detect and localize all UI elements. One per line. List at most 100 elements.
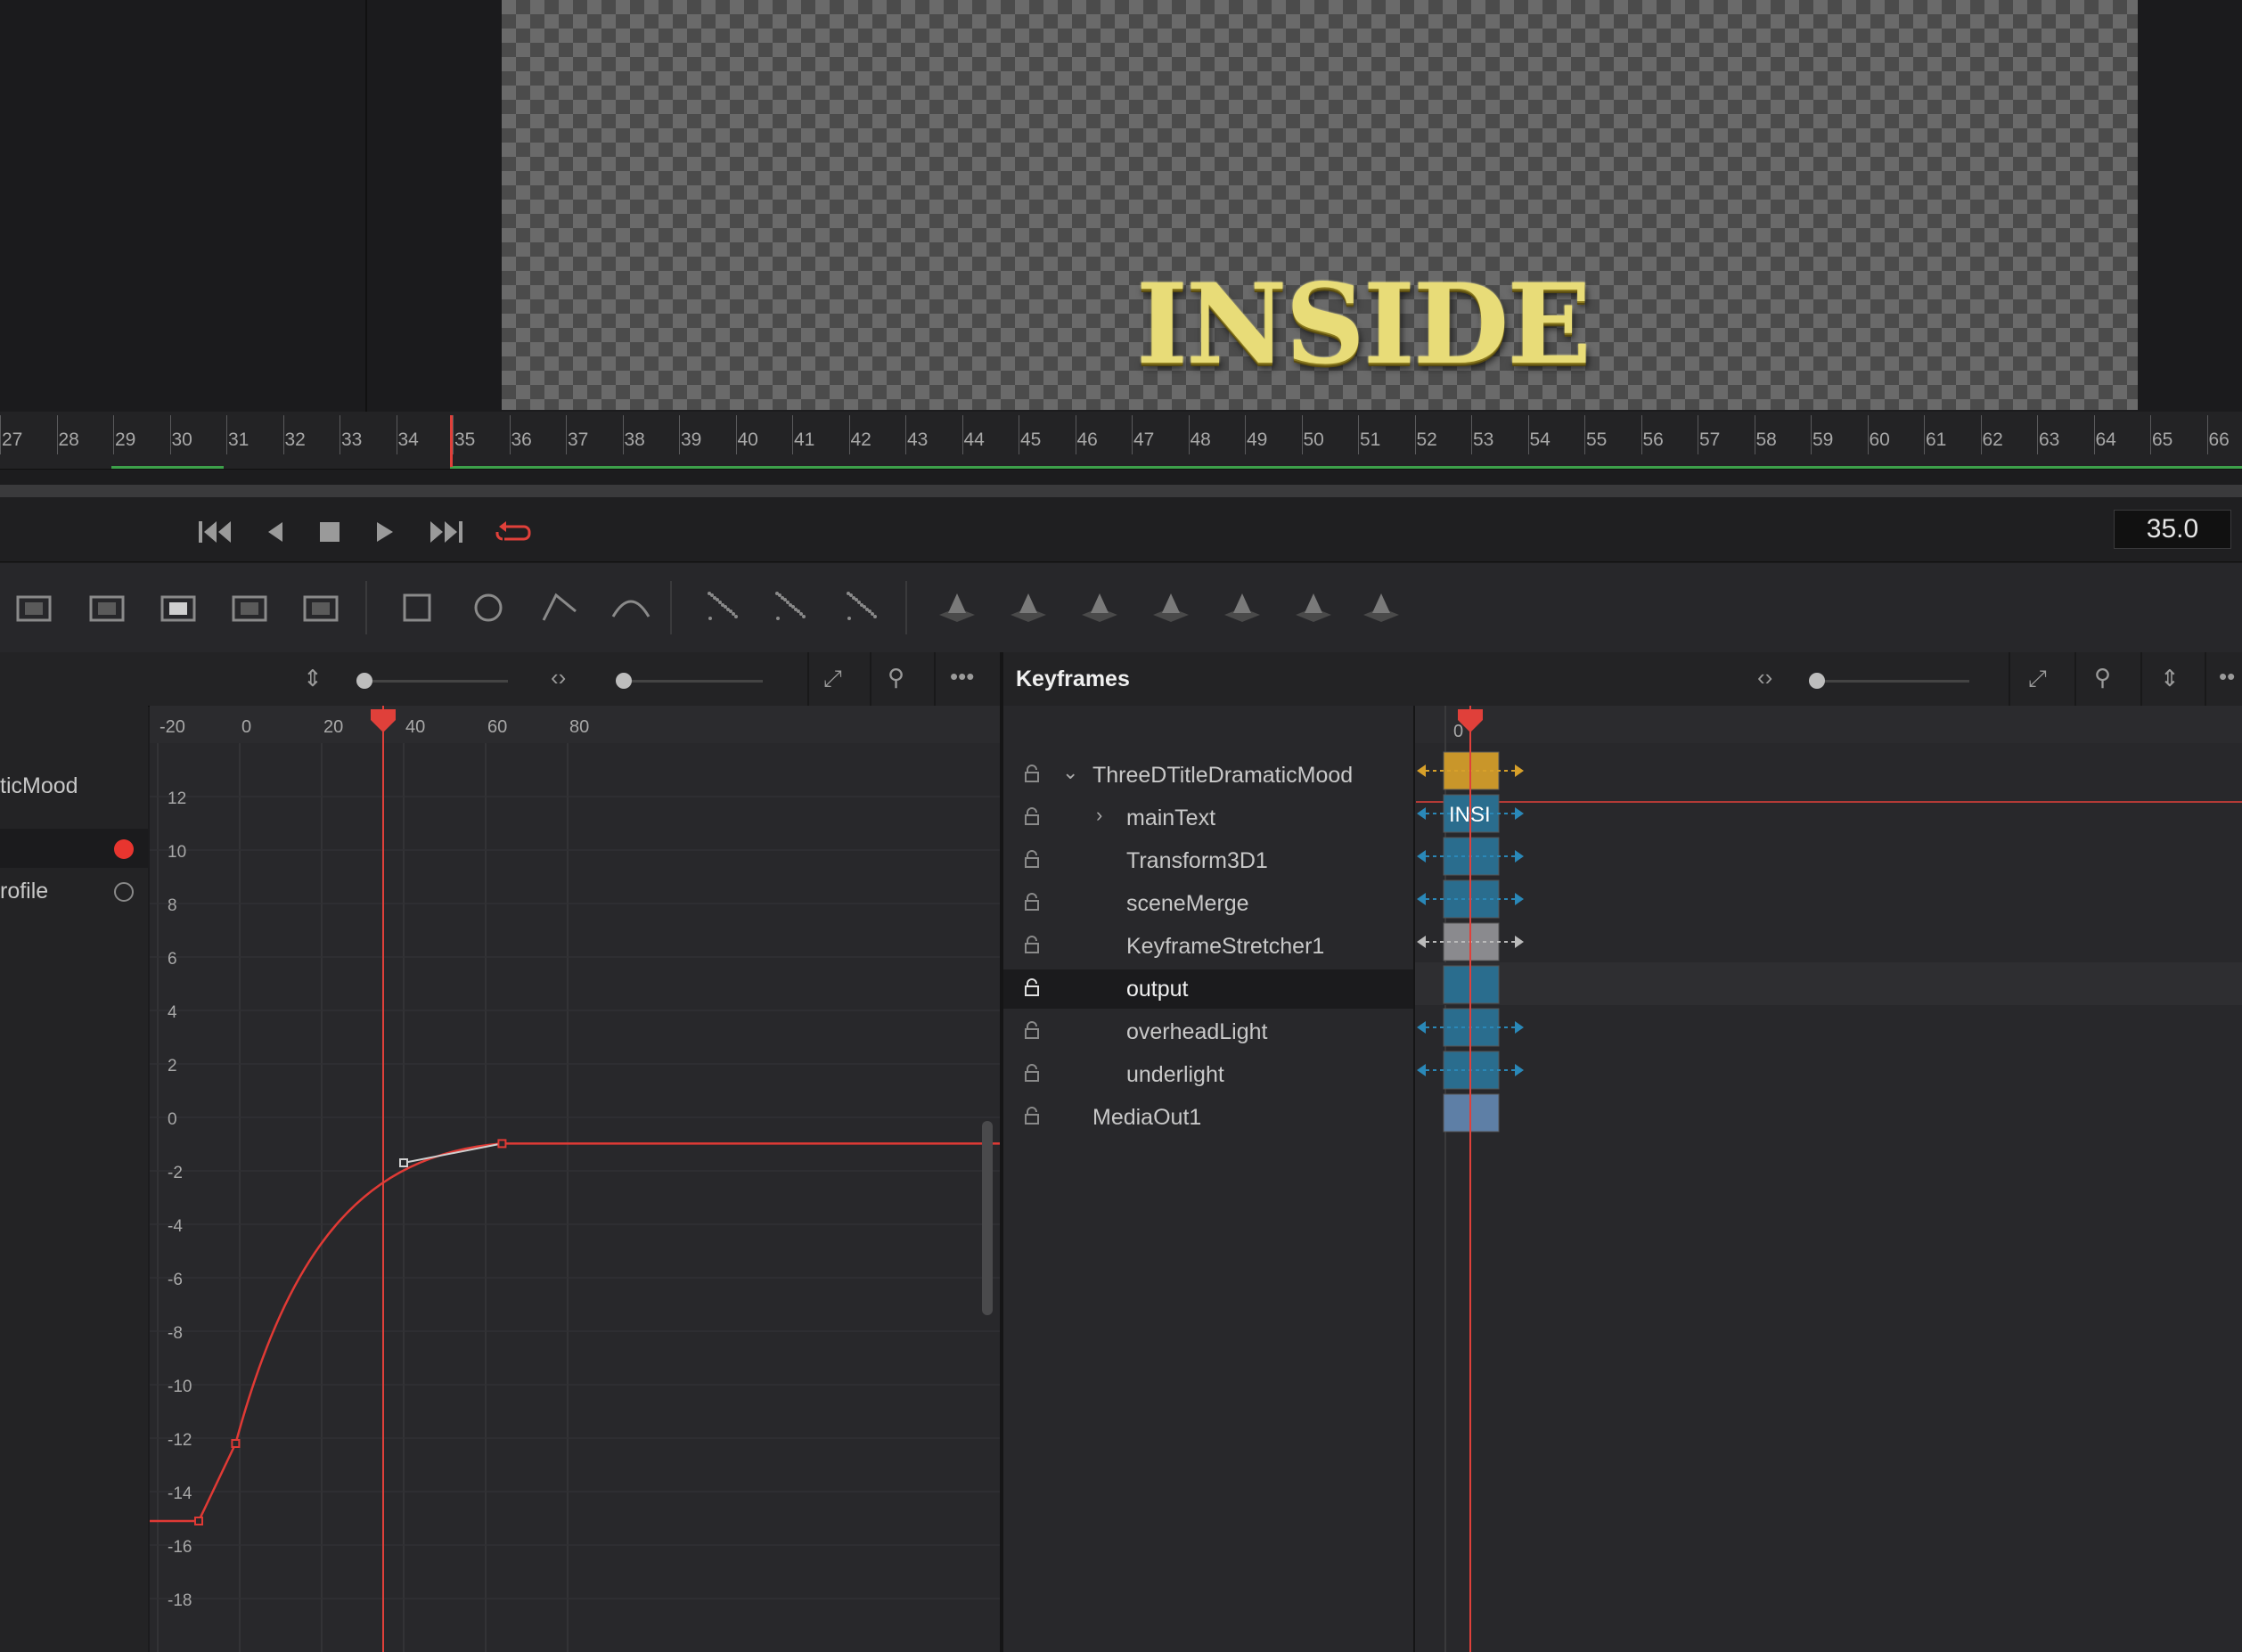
particle-style-tool-icon[interactable] xyxy=(836,581,889,634)
lock-icon[interactable] xyxy=(1023,765,1041,782)
camera3d-tool-icon[interactable] xyxy=(1215,581,1269,634)
tree-row[interactable]: overheadLight xyxy=(1003,1012,1413,1051)
tree-row-label: Transform3D1 xyxy=(1126,848,1268,873)
tree-row[interactable]: MediaOut1 xyxy=(1003,1098,1413,1137)
keyframe-dot-outline-icon[interactable] xyxy=(114,882,134,902)
ruler-label: 63 xyxy=(2039,429,2060,450)
kf-zoom-icon[interactable]: ⚲ xyxy=(2094,664,2111,691)
y-tick-label: 2 xyxy=(168,1057,177,1075)
tree-row-label: ThreeDTitleDramaticMood xyxy=(1092,763,1354,788)
transform-tool-icon[interactable] xyxy=(223,581,276,634)
ruler-playhead[interactable] xyxy=(450,415,453,467)
keyframe-dot-red-icon[interactable] xyxy=(114,839,134,859)
x-tick-label: 40 xyxy=(405,717,425,737)
tree-row[interactable]: ⌄ ThreeDTitleDramaticMood xyxy=(1003,756,1413,795)
ruler-tick xyxy=(2150,415,2151,454)
tree-row[interactable]: KeyframeStretcher1 xyxy=(1003,927,1413,966)
options-menu-icon[interactable]: ••• xyxy=(950,663,974,691)
ruler-tick xyxy=(2093,415,2095,454)
header-divider xyxy=(934,652,936,706)
vertical-zoom-icon[interactable]: ⇕ xyxy=(303,665,323,692)
timeline-scrollbar[interactable] xyxy=(0,485,2242,497)
vertical-zoom-slider[interactable] xyxy=(362,680,508,683)
x-tick-label: 60 xyxy=(487,717,507,737)
y-tick-label: 0 xyxy=(168,1110,177,1129)
lock-icon[interactable] xyxy=(1023,893,1041,911)
keyframe-point xyxy=(497,1139,507,1149)
chevron-right-icon[interactable]: › xyxy=(1096,804,1102,827)
lock-icon[interactable] xyxy=(1023,936,1041,953)
duration-arrow-left xyxy=(1417,893,1426,905)
vertical-zoom-knob[interactable] xyxy=(356,673,372,689)
spline-list-item[interactable]: ticMood xyxy=(0,766,148,804)
tree-row[interactable]: › mainText xyxy=(1003,798,1413,838)
light3d-tool-icon[interactable] xyxy=(1287,581,1340,634)
stop-button[interactable] xyxy=(310,512,349,552)
renderer3d-tool-icon[interactable] xyxy=(1144,581,1198,634)
spline-graph[interactable]: -20 0 20 40 60 80 12 10 8 6 4 2 0 -2 -4 -6 -8 -10 -12 -14 -1… xyxy=(150,706,1000,1652)
fit-view-icon[interactable]: ⤢ xyxy=(823,665,842,693)
tree-row[interactable]: Transform3D1 xyxy=(1003,841,1413,880)
kf-horizontal-zoom-icon[interactable]: ‹› xyxy=(1757,664,1772,691)
kf-zoom-knob[interactable] xyxy=(1809,673,1825,689)
keyframes-svg[interactable]: INSI xyxy=(1415,706,2242,1652)
spline-list-label: ticMood xyxy=(0,773,78,798)
ruler-label: 48 xyxy=(1190,429,1211,450)
horizontal-zoom-knob[interactable] xyxy=(616,673,632,689)
background-tool-icon[interactable] xyxy=(7,581,61,634)
timeline-ruler[interactable]: 27 28 29 30 31 32 33 34 35 36 37 38 39 40 41 42 43 44 45 46… xyxy=(0,412,2242,470)
lock-icon[interactable] xyxy=(1023,1021,1041,1039)
merge-tool-icon[interactable] xyxy=(80,581,134,634)
viewer-divider xyxy=(365,0,367,412)
polygon-tool-icon[interactable] xyxy=(533,581,586,634)
step-back-button[interactable] xyxy=(255,512,294,552)
kf-expand-icon[interactable]: ⇕ xyxy=(2160,665,2180,692)
horizontal-zoom-icon[interactable]: ‹› xyxy=(551,664,566,691)
rectangle-tool-icon[interactable] xyxy=(390,581,444,634)
tree-row[interactable]: output xyxy=(1003,969,1413,1009)
resize-tool-icon[interactable] xyxy=(294,581,348,634)
graph-vertical-scrollbar[interactable] xyxy=(982,1121,993,1315)
shape3d-tool-icon[interactable] xyxy=(930,581,984,634)
image-plane3d-tool-icon[interactable] xyxy=(1354,581,1408,634)
tree-row-label: KeyframeStretcher1 xyxy=(1126,934,1325,959)
duration-arrow-left xyxy=(1417,1064,1426,1076)
ruler-tick xyxy=(1245,415,1246,454)
mask-tool-icon[interactable] xyxy=(151,581,205,634)
spline-list-item-selected[interactable] xyxy=(0,829,148,868)
lock-icon[interactable] xyxy=(1023,850,1041,868)
lock-icon[interactable] xyxy=(1023,807,1041,825)
kf-zoom-slider[interactable] xyxy=(1821,680,1969,683)
kf-options-menu-icon[interactable]: •• xyxy=(2219,663,2235,691)
lock-icon[interactable] xyxy=(1023,1107,1041,1125)
keyframes-timeline[interactable]: INSI xyxy=(1415,706,2242,1652)
ruler-label: 38 xyxy=(624,429,645,450)
play-icon xyxy=(377,522,393,542)
merge3d-tool-icon[interactable] xyxy=(1002,581,1055,634)
tree-row[interactable]: sceneMerge xyxy=(1003,884,1413,923)
chevron-down-icon[interactable]: ⌄ xyxy=(1062,761,1078,784)
particle-emitter-tool-icon[interactable] xyxy=(697,581,750,634)
y-tick-label: 8 xyxy=(168,896,177,915)
loop-button[interactable] xyxy=(494,512,533,552)
header-divider xyxy=(2140,652,2142,706)
tree-row[interactable]: underlight xyxy=(1003,1055,1413,1094)
spline-graph-svg[interactable]: -20 0 20 40 60 80121086420-2-4-6-8-10-12-14-1… xyxy=(150,706,1000,1652)
zoom-icon[interactable]: ⚲ xyxy=(888,664,904,691)
lock-icon[interactable] xyxy=(1023,1064,1041,1082)
particle-render-tool-icon[interactable] xyxy=(765,581,818,634)
lock-icon[interactable] xyxy=(1023,978,1041,996)
go-to-end-button[interactable] xyxy=(426,512,465,552)
ellipse-tool-icon[interactable] xyxy=(462,581,515,634)
horizontal-zoom-slider[interactable] xyxy=(624,680,763,683)
kf-fit-view-icon[interactable]: ⤢ xyxy=(2028,665,2047,693)
timecode-field[interactable]: 35.0 xyxy=(2114,510,2231,549)
go-to-start-button[interactable] xyxy=(196,512,235,552)
text3d-tool-icon[interactable] xyxy=(1073,581,1126,634)
play-button[interactable] xyxy=(365,512,405,552)
ruler-tick xyxy=(735,415,737,454)
ruler-label: 31 xyxy=(228,429,250,450)
viewer-right-panel xyxy=(2138,0,2242,412)
bspline-tool-icon[interactable] xyxy=(604,581,658,634)
spline-list-item[interactable]: rofile xyxy=(0,871,148,911)
